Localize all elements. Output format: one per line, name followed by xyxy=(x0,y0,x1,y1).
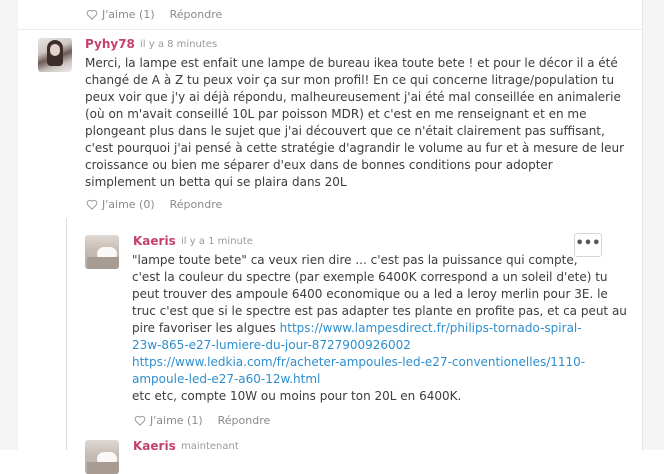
comments-panel: J'aime (1) Répondre Pyhy78 il y a 8 minu… xyxy=(18,0,645,474)
link-ledkia[interactable]: https://www.ledkia.com/fr/acheter-ampoul… xyxy=(132,355,585,369)
like-button[interactable]: J'aime (0) xyxy=(86,198,155,211)
comment-line: peux voir que j'y ai déjà répondu, malhe… xyxy=(85,90,621,104)
avatar-lamp-base xyxy=(87,257,119,269)
heart-outline-icon xyxy=(86,9,98,20)
comment-line: pire favoriser les algues https://www.la… xyxy=(132,320,632,337)
comment-time: il y a 8 minutes xyxy=(140,39,218,50)
comment-line: plongeant plus dans le sujet que j'ai dé… xyxy=(85,124,605,138)
comment-author[interactable]: Pyhy78 xyxy=(85,37,135,51)
comment-line: Merci, la lampe est enfait une lampe de … xyxy=(85,56,618,70)
comment-line: c'est la couleur du spectre (par exemple… xyxy=(132,270,608,284)
more-horizontal-icon: ••• xyxy=(575,236,601,251)
comment-time: il y a 1 minute xyxy=(181,236,253,247)
avatar[interactable] xyxy=(38,38,72,72)
like-label: J'aime (1) xyxy=(102,8,155,21)
link-ledkia-cont[interactable]: ampoule-led-e27-a60-12w.html xyxy=(132,372,320,386)
comment-line: https://www.ledkia.com/fr/acheter-ampoul… xyxy=(132,354,632,371)
avatar[interactable] xyxy=(85,235,119,269)
like-button[interactable]: J'aime (1) xyxy=(134,414,203,427)
avatar-face xyxy=(50,44,60,56)
comment-line: truc c'est que si le spectre est pas ada… xyxy=(132,304,627,318)
previous-comment-actions: J'aime (1) Répondre xyxy=(86,8,222,21)
avatar-lamp-base xyxy=(87,462,119,474)
like-button[interactable]: J'aime (1) xyxy=(86,8,155,21)
comment-divider xyxy=(18,29,642,30)
comment-line: (où on m'avait conseillé 10L par poisson… xyxy=(85,107,587,121)
heart-outline-icon xyxy=(134,415,146,426)
comment-body: Merci, la lampe est enfait une lampe de … xyxy=(85,55,645,191)
like-label: J'aime (0) xyxy=(102,198,155,211)
comment-author[interactable]: Kaeris xyxy=(133,234,176,248)
link-lampesdirect[interactable]: https://www.lampesdirect.fr/philips-torn… xyxy=(280,321,582,335)
left-sidebar xyxy=(0,0,18,450)
comment-text: pire favoriser les algues xyxy=(132,321,280,335)
comment-line: "lampe toute bete" ca veux rien dire ...… xyxy=(132,253,578,267)
avatar[interactable] xyxy=(85,440,119,474)
like-label: J'aime (1) xyxy=(150,414,203,427)
comment-line: simplement un betta qui se plaira dans 2… xyxy=(85,175,347,189)
heart-outline-icon xyxy=(86,199,98,210)
comment-line: peut trouver des ampoule 6400 economique… xyxy=(132,287,608,301)
comment-actions: J'aime (1) Répondre xyxy=(134,414,270,427)
right-sidebar xyxy=(642,0,664,450)
thread-indent-line xyxy=(66,218,67,450)
comment-line: changé de A à Z tu peux voir ça sur mon … xyxy=(85,73,615,87)
comment-line: c'est pourquoi j'ai pensé à cette straté… xyxy=(85,141,625,155)
comment-line: 23w-865-e27-lumiere-du-jour-872790092600… xyxy=(132,337,632,354)
comment-actions: J'aime (0) Répondre xyxy=(86,198,222,211)
comment-author[interactable]: Kaeris xyxy=(133,439,176,453)
reply-link[interactable]: Répondre xyxy=(218,414,271,427)
link-lampesdirect-cont[interactable]: 23w-865-e27-lumiere-du-jour-872790092600… xyxy=(132,338,411,352)
comment-body: "lampe toute bete" ca veux rien dire ...… xyxy=(132,252,632,405)
reply-link[interactable]: Répondre xyxy=(170,8,223,21)
comment-line: etc etc, compte 10W ou moins pour ton 20… xyxy=(132,389,462,403)
comment-line: croissance ou bien me séparer d'eux dans… xyxy=(85,158,553,172)
comment-line: ampoule-led-e27-a60-12w.html xyxy=(132,371,632,388)
comment-time: maintenant xyxy=(181,441,239,452)
reply-link[interactable]: Répondre xyxy=(170,198,223,211)
